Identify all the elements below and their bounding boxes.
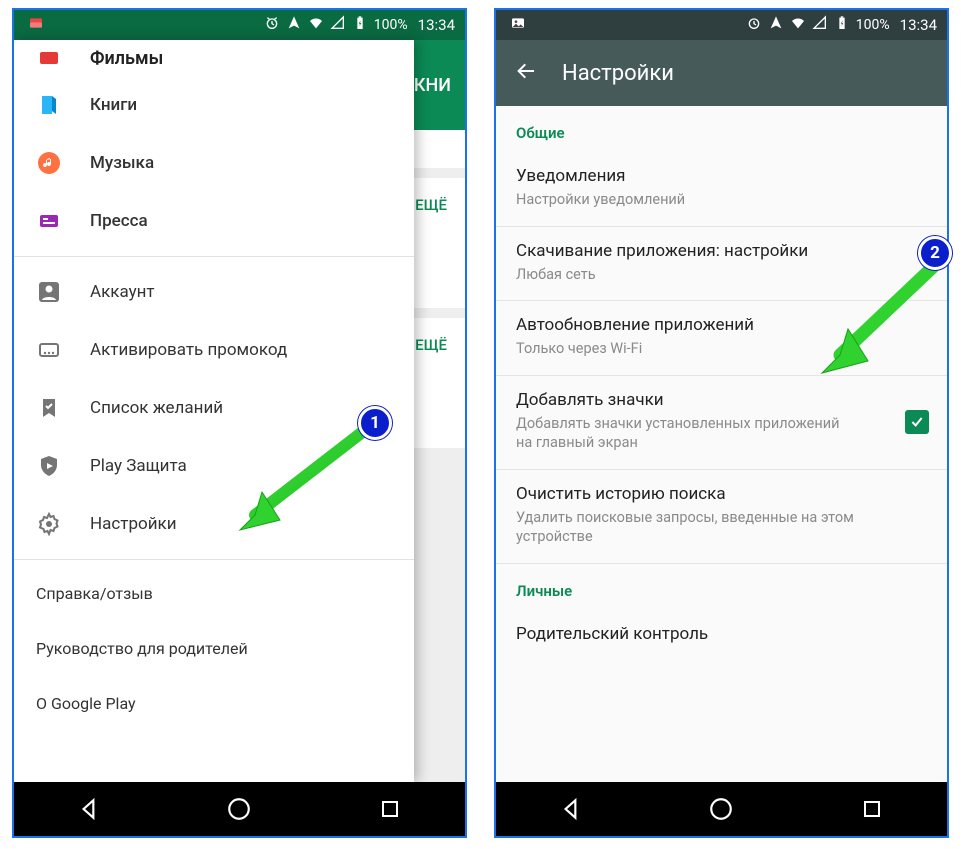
system-navbar: [496, 782, 947, 836]
setting-notifications[interactable]: Уведомления Настройки уведомлений: [496, 152, 947, 227]
wishlist-icon: [36, 395, 62, 421]
wifi-icon: [308, 15, 324, 35]
home-button[interactable]: [225, 795, 253, 823]
signal-icon: [330, 15, 346, 35]
divider: [14, 559, 414, 560]
toolbar-title: Настройки: [562, 61, 674, 86]
checkbox-icon[interactable]: [905, 410, 929, 434]
battery-percent: 100%: [374, 17, 408, 33]
drawer-item-account[interactable]: Аккаунт: [14, 263, 414, 321]
setting-clear-history[interactable]: Очистить историю поиска Удалить поисковы…: [496, 470, 947, 564]
recent-button[interactable]: [376, 795, 404, 823]
setting-subtitle: Добавлять значки установленных приложени…: [516, 414, 846, 453]
account-icon: [36, 279, 62, 305]
drawer-item-promo[interactable]: Активировать промокод: [14, 321, 414, 379]
drawer-item-music[interactable]: Музыка: [14, 134, 414, 192]
drawer-item-parents-guide[interactable]: Руководство для родителей: [14, 621, 414, 676]
drawer-item-press[interactable]: Пресса: [14, 192, 414, 250]
setting-title: Родительский контроль: [516, 624, 927, 644]
back-button[interactable]: [557, 795, 585, 823]
drawer-item-label: Музыка: [90, 153, 154, 173]
drawer-item-label: Пресса: [90, 211, 148, 231]
setting-subtitle: Только через Wi-Fi: [516, 339, 927, 359]
status-bar: 100% 13:34: [496, 10, 947, 40]
status-bar: 100% 13:34: [14, 10, 465, 40]
battery-icon: [834, 15, 850, 35]
drawer-item-label: Список желаний: [90, 398, 223, 418]
recent-button[interactable]: [858, 795, 886, 823]
setting-title: Очистить историю поиска: [516, 484, 927, 504]
setting-subtitle: Любая сеть: [516, 265, 927, 285]
annotation-badge-2: 2: [918, 236, 952, 270]
signal-icon: [812, 15, 828, 35]
book-icon: [36, 92, 62, 118]
drawer-item-label: Аккаунт: [90, 282, 155, 302]
battery-icon: [352, 15, 368, 35]
music-icon: [36, 150, 62, 176]
setting-title: Скачивание приложения: настройки: [516, 241, 927, 261]
back-arrow-icon[interactable]: [514, 59, 538, 87]
alarm-icon: [264, 15, 280, 35]
settings-toolbar: Настройки: [496, 40, 947, 106]
location-icon: [286, 15, 302, 35]
back-button[interactable]: [75, 795, 103, 823]
protect-icon: [36, 453, 62, 479]
drawer-item-books[interactable]: Книги: [14, 76, 414, 134]
section-header-personal: Личные: [496, 564, 947, 610]
picture-icon: [510, 15, 526, 35]
setting-title: Добавлять значки: [516, 390, 927, 410]
setting-add-icons[interactable]: Добавлять значки Добавлять значки устано…: [496, 376, 947, 470]
settings-icon: [36, 511, 62, 537]
promo-icon: [36, 337, 62, 363]
setting-subtitle: Удалить поисковые запросы, введенные на …: [516, 508, 927, 547]
setting-parental[interactable]: Родительский контроль: [496, 610, 947, 664]
picture-icon: [28, 15, 44, 35]
setting-download-pref[interactable]: Скачивание приложения: настройки Любая с…: [496, 227, 947, 302]
setting-auto-update[interactable]: Автообновление приложений Только через W…: [496, 301, 947, 376]
drawer-item-help[interactable]: Справка/отзыв: [14, 566, 414, 621]
drawer-item-label: Фильмы: [90, 48, 163, 69]
system-navbar: [14, 782, 465, 836]
setting-title: Уведомления: [516, 166, 927, 186]
tab-books[interactable]: КНИ: [414, 75, 451, 96]
annotation-badge-1: 1: [358, 406, 392, 440]
drawer-item-label: Активировать промокод: [90, 340, 287, 360]
film-icon: [36, 45, 62, 71]
home-button[interactable]: [707, 795, 735, 823]
drawer-item-wishlist[interactable]: Список желаний: [14, 379, 414, 437]
settings-list: Общие Уведомления Настройки уведомлений …: [496, 106, 947, 782]
clock: 13:34: [418, 16, 455, 34]
divider: [14, 256, 414, 257]
wifi-icon: [790, 15, 806, 35]
drawer-item-about[interactable]: О Google Play: [14, 676, 414, 731]
drawer-item-films[interactable]: Фильмы: [14, 40, 414, 76]
navigation-drawer: Фильмы Книги Музыка Пресса Аккаунт Актив…: [14, 40, 414, 782]
section-header-general: Общие: [496, 106, 947, 152]
drawer-item-label: Настройки: [90, 514, 177, 534]
drawer-item-settings[interactable]: Настройки: [14, 495, 414, 553]
phone-frame-left: 100% 13:34 КНИ Для в ЕЩЁ ⋮ Goo Auth ЕЩЁ …: [12, 8, 467, 838]
news-icon: [36, 208, 62, 234]
battery-percent: 100%: [856, 17, 890, 33]
phone-frame-right: 100% 13:34 Настройки Общие Уведомления Н…: [494, 8, 949, 838]
clock: 13:34: [900, 16, 937, 34]
location-icon: [768, 15, 784, 35]
setting-title: Автообновление приложений: [516, 315, 927, 335]
alarm-icon: [746, 15, 762, 35]
drawer-item-protect[interactable]: Play Защита: [14, 437, 414, 495]
drawer-item-label: Play Защита: [90, 456, 187, 476]
drawer-item-label: Книги: [90, 95, 137, 115]
setting-subtitle: Настройки уведомлений: [516, 190, 927, 210]
